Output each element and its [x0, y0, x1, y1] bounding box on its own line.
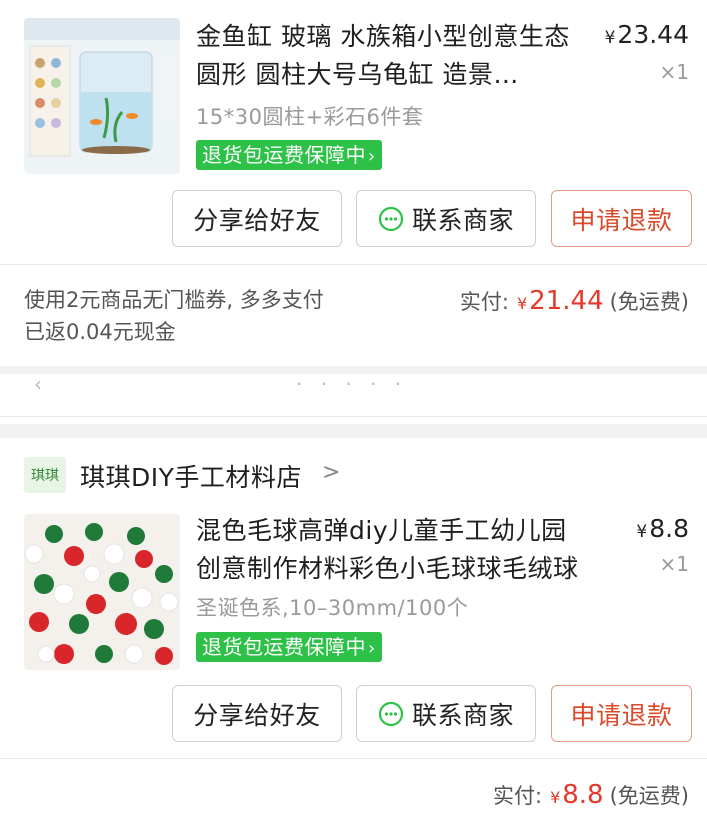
refund-button[interactable]: 申请退款 — [551, 190, 692, 247]
product-title[interactable]: 金鱼缸 玻璃 水族箱小型创意生态圆形 圆柱大号乌龟缸 造景… — [196, 18, 584, 94]
coupon-note: 使用2元商品无门槛券, 多多支付已返0.04元现金 — [24, 288, 324, 344]
product-quantity: ×1 — [659, 60, 689, 84]
product-thumbnail[interactable] — [24, 514, 180, 670]
product-quantity: ×1 — [659, 552, 689, 576]
divider — [0, 416, 707, 417]
paid-amount: 实付: ¥21.44 (免运费) — [459, 286, 689, 316]
product-price: ¥23.44 — [604, 20, 689, 49]
divider — [0, 264, 707, 265]
paid-amount: 实付: ¥8.8 (免运费) — [492, 780, 689, 810]
chevron-right-icon[interactable]: > — [322, 460, 340, 485]
share-button[interactable]: 分享给好友 — [172, 190, 342, 247]
clipped-glyph: ‹ — [34, 380, 42, 392]
product-title[interactable]: 混色毛球高弹diy儿童手工幼儿园创意制作材料彩色小毛球球毛绒球 — [196, 512, 584, 588]
chat-icon — [378, 206, 404, 231]
product-spec: 15*30圆柱+彩石6件套 — [196, 105, 424, 129]
contact-seller-button[interactable]: 联系商家 — [356, 190, 536, 247]
shipping-guarantee-badge[interactable]: 退货包运费保障中 › — [196, 140, 382, 170]
section-gap — [0, 424, 707, 438]
pompom-balls-image — [24, 514, 180, 670]
share-button[interactable]: 分享给好友 — [172, 685, 342, 742]
chevron-right-icon: › — [368, 146, 376, 167]
store-name[interactable]: 琪琪DIY手工材料店 — [80, 458, 302, 494]
product-spec: 圣诞色系,10–30mm/100个 — [196, 596, 469, 620]
clipped-row: ‹ · · · · · — [0, 372, 707, 418]
refund-button[interactable]: 申请退款 — [551, 685, 692, 742]
store-logo[interactable]: 琪琪 — [24, 457, 66, 493]
shipping-guarantee-badge[interactable]: 退货包运费保障中 › — [196, 632, 382, 662]
divider — [0, 758, 707, 759]
clipped-text: · · · · · — [296, 380, 408, 392]
chat-icon — [378, 701, 404, 726]
fish-tank-image — [24, 18, 180, 174]
product-price: ¥8.8 — [636, 514, 689, 543]
contact-seller-button[interactable]: 联系商家 — [356, 685, 536, 742]
product-thumbnail[interactable] — [24, 18, 180, 174]
chevron-right-icon: › — [368, 638, 376, 659]
